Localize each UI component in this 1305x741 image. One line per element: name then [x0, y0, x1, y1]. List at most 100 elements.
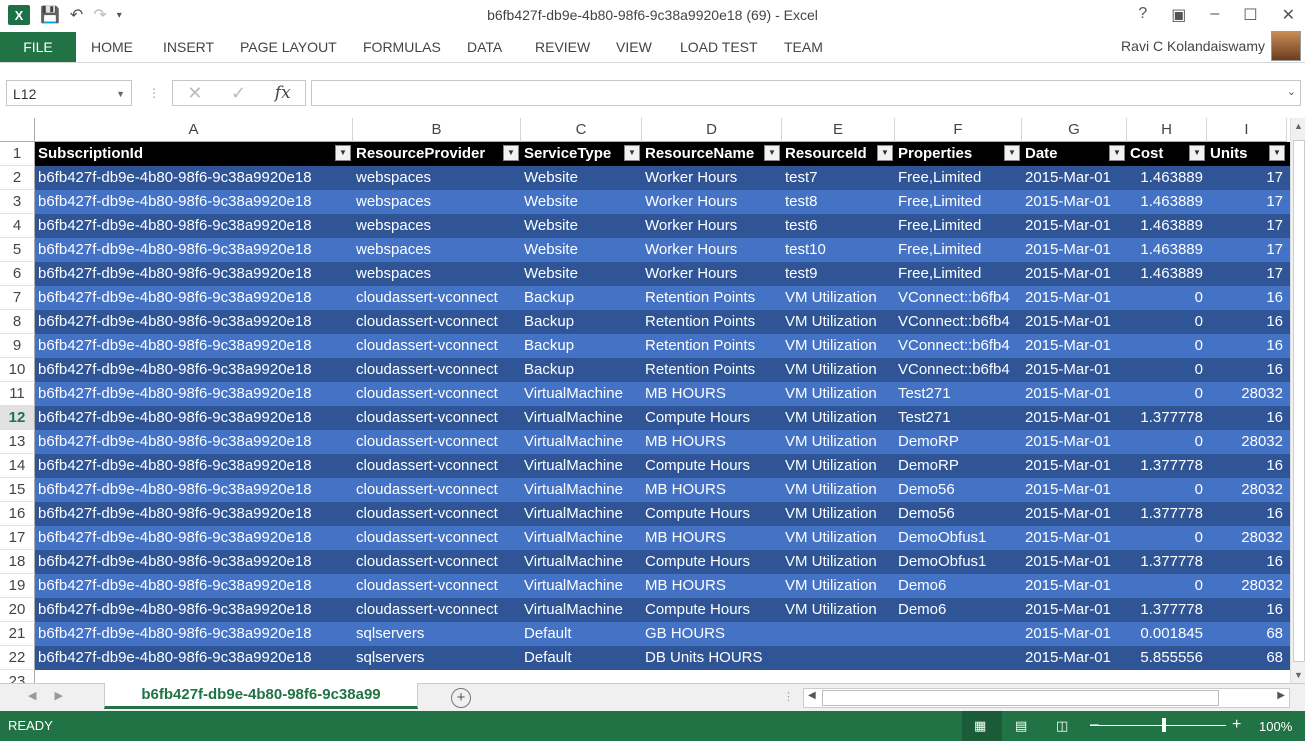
tab-team[interactable]: TEAM: [784, 32, 823, 62]
cell[interactable]: 1.377778: [1127, 598, 1207, 622]
cell[interactable]: cloudassert-vconnect: [353, 406, 521, 430]
column-header-i[interactable]: I: [1207, 118, 1287, 142]
vertical-scrollbar[interactable]: ▲ ▼: [1290, 118, 1305, 683]
cell[interactable]: Free,Limited: [895, 238, 1022, 262]
user-name[interactable]: Ravi C Kolandaiswamy: [1121, 38, 1265, 54]
cell[interactable]: 0: [1127, 286, 1207, 310]
filter-dropdown-icon[interactable]: ▼: [1004, 145, 1020, 161]
cell[interactable]: Compute Hours: [642, 550, 782, 574]
column-title[interactable]: ResourceProvider: [353, 142, 521, 166]
tab-data[interactable]: DATA: [467, 32, 502, 62]
cell[interactable]: 2015-Mar-01: [1022, 430, 1127, 454]
cell[interactable]: 28032: [1207, 526, 1287, 550]
cell[interactable]: 17: [1207, 238, 1287, 262]
cell[interactable]: 1.463889: [1127, 262, 1207, 286]
row-header[interactable]: 5: [0, 238, 35, 262]
cell[interactable]: 2015-Mar-01: [1022, 382, 1127, 406]
cell[interactable]: 1.377778: [1127, 406, 1207, 430]
cell[interactable]: VM Utilization: [782, 286, 895, 310]
cell[interactable]: cloudassert-vconnect: [353, 598, 521, 622]
cell[interactable]: 2015-Mar-01: [1022, 310, 1127, 334]
cell[interactable]: b6fb427f-db9e-4b80-98f6-9c38a9920e18: [35, 262, 353, 286]
cell[interactable]: VM Utilization: [782, 406, 895, 430]
cell[interactable]: Compute Hours: [642, 598, 782, 622]
cell[interactable]: 0.001845: [1127, 622, 1207, 646]
cell[interactable]: b6fb427f-db9e-4b80-98f6-9c38a9920e18: [35, 406, 353, 430]
column-header-f[interactable]: F: [895, 118, 1022, 142]
cell[interactable]: cloudassert-vconnect: [353, 430, 521, 454]
column-title[interactable]: ResourceName: [642, 142, 782, 166]
ribbon-display-icon[interactable]: ▣: [1171, 5, 1186, 25]
cell[interactable]: 2015-Mar-01: [1022, 214, 1127, 238]
chevron-down-icon[interactable]: ▼: [116, 81, 125, 107]
cell[interactable]: VirtualMachine: [521, 502, 642, 526]
cell[interactable]: cloudassert-vconnect: [353, 310, 521, 334]
minimize-icon[interactable]: –: [1210, 5, 1219, 25]
cell[interactable]: b6fb427f-db9e-4b80-98f6-9c38a9920e18: [35, 598, 353, 622]
tab-insert[interactable]: INSERT: [163, 32, 214, 62]
filter-dropdown-icon[interactable]: ▼: [335, 145, 351, 161]
cell[interactable]: Free,Limited: [895, 190, 1022, 214]
cell[interactable]: 2015-Mar-01: [1022, 454, 1127, 478]
filter-dropdown-icon[interactable]: ▼: [1189, 145, 1205, 161]
formula-input[interactable]: ⌄: [311, 80, 1301, 106]
cell[interactable]: Demo6: [895, 598, 1022, 622]
row-header[interactable]: 21: [0, 622, 35, 646]
cell[interactable]: 17: [1207, 166, 1287, 190]
cell[interactable]: 2015-Mar-01: [1022, 646, 1127, 670]
cell[interactable]: VM Utilization: [782, 574, 895, 598]
row-header[interactable]: 13: [0, 430, 35, 454]
row-header[interactable]: 18: [0, 550, 35, 574]
cell[interactable]: b6fb427f-db9e-4b80-98f6-9c38a9920e18: [35, 454, 353, 478]
cell[interactable]: MB HOURS: [642, 430, 782, 454]
cell[interactable]: b6fb427f-db9e-4b80-98f6-9c38a9920e18: [35, 622, 353, 646]
cell[interactable]: Worker Hours: [642, 166, 782, 190]
cell[interactable]: 0: [1127, 310, 1207, 334]
cell[interactable]: test9: [782, 262, 895, 286]
cell[interactable]: VirtualMachine: [521, 382, 642, 406]
cell[interactable]: Demo56: [895, 478, 1022, 502]
cell[interactable]: [782, 622, 895, 646]
row-header[interactable]: 17: [0, 526, 35, 550]
cell[interactable]: Compute Hours: [642, 502, 782, 526]
cell[interactable]: VConnect::b6fb4: [895, 334, 1022, 358]
cell[interactable]: webspaces: [353, 262, 521, 286]
cell[interactable]: webspaces: [353, 190, 521, 214]
cell[interactable]: b6fb427f-db9e-4b80-98f6-9c38a9920e18: [35, 574, 353, 598]
cell[interactable]: webspaces: [353, 166, 521, 190]
cell[interactable]: Retention Points: [642, 310, 782, 334]
cell[interactable]: 28032: [1207, 478, 1287, 502]
cell[interactable]: VirtualMachine: [521, 478, 642, 502]
column-title[interactable]: SubscriptionId: [35, 142, 353, 166]
cell[interactable]: Demo6: [895, 574, 1022, 598]
cell[interactable]: cloudassert-vconnect: [353, 382, 521, 406]
cell[interactable]: 1.463889: [1127, 214, 1207, 238]
cell[interactable]: VConnect::b6fb4: [895, 358, 1022, 382]
cell[interactable]: 2015-Mar-01: [1022, 190, 1127, 214]
cancel-icon[interactable]: ✕: [187, 83, 202, 104]
cell[interactable]: VM Utilization: [782, 454, 895, 478]
cell[interactable]: MB HOURS: [642, 478, 782, 502]
cell[interactable]: Worker Hours: [642, 214, 782, 238]
zoom-level[interactable]: 100%: [1259, 719, 1292, 734]
cell[interactable]: test8: [782, 190, 895, 214]
scroll-down-icon[interactable]: ▼: [1294, 670, 1303, 680]
cell[interactable]: 0: [1127, 334, 1207, 358]
normal-view-icon[interactable]: ▦: [974, 718, 986, 734]
cell[interactable]: cloudassert-vconnect: [353, 286, 521, 310]
cell[interactable]: Website: [521, 166, 642, 190]
cell[interactable]: VM Utilization: [782, 550, 895, 574]
cell[interactable]: DemoObfus1: [895, 526, 1022, 550]
cell[interactable]: VConnect::b6fb4: [895, 310, 1022, 334]
cell[interactable]: Demo56: [895, 502, 1022, 526]
cell[interactable]: Retention Points: [642, 286, 782, 310]
cell[interactable]: 16: [1207, 310, 1287, 334]
cell[interactable]: Website: [521, 238, 642, 262]
row-header[interactable]: 11: [0, 382, 35, 406]
cell[interactable]: VirtualMachine: [521, 430, 642, 454]
cell[interactable]: b6fb427f-db9e-4b80-98f6-9c38a9920e18: [35, 526, 353, 550]
cell[interactable]: cloudassert-vconnect: [353, 502, 521, 526]
cell[interactable]: b6fb427f-db9e-4b80-98f6-9c38a9920e18: [35, 358, 353, 382]
cell[interactable]: Backup: [521, 286, 642, 310]
cell[interactable]: b6fb427f-db9e-4b80-98f6-9c38a9920e18: [35, 214, 353, 238]
